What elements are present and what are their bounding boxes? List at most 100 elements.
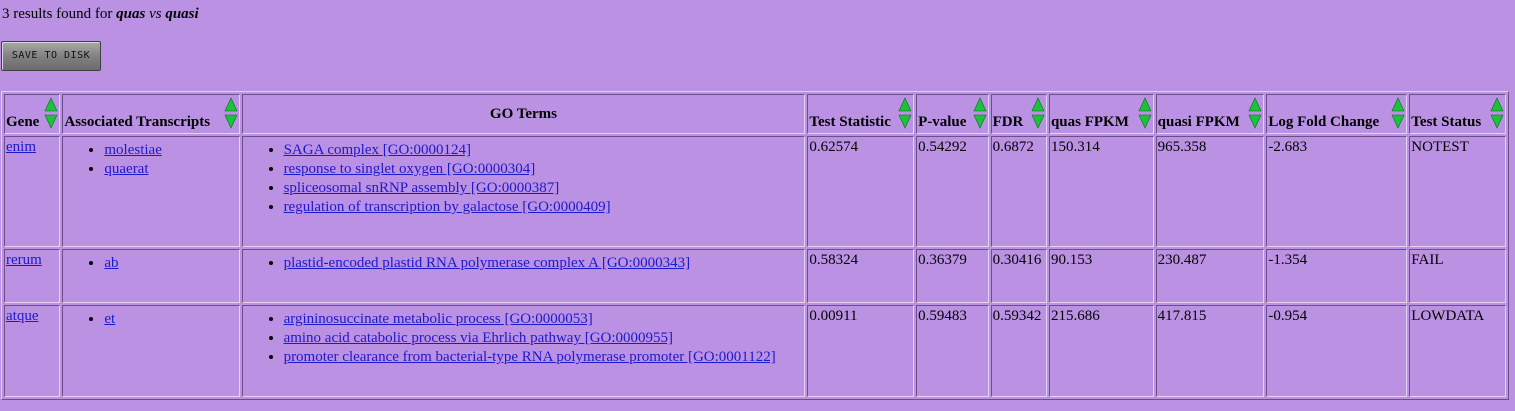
table-row: enim molestiae quaerat SAGA complex [GO:000… (4, 136, 1506, 247)
sort-ascending-arrow (44, 97, 58, 112)
transcript-link[interactable]: quaerat (104, 161, 148, 177)
list-item: quaerat (104, 160, 237, 179)
sort-icon[interactable] (1138, 97, 1152, 129)
log-fold-change-cell: -1.354 (1266, 249, 1408, 303)
log-fold-change-cell: -2.683 (1266, 136, 1408, 247)
list-item: ab (104, 254, 237, 273)
test-statistic-cell: 0.00911 (807, 305, 915, 397)
transcripts-list: et (64, 310, 237, 329)
go-term-link[interactable]: promoter clearance from bacterial-type R… (284, 349, 776, 365)
quas-fpkm-cell: 90.153 (1048, 249, 1154, 303)
table-row: atque et argininosuccinate metabolic proce… (4, 305, 1506, 397)
column-header-label: FDR (992, 114, 1024, 130)
column-header-label: P-value (918, 114, 967, 130)
column-header-test-status[interactable]: Test Status (1409, 94, 1506, 134)
p-value-cell: 0.36379 (916, 249, 989, 303)
go-terms-list: argininosuccinate metabolic process [GO:… (244, 310, 804, 367)
go-terms-cell: plastid-encoded plastid RNA polymerase c… (241, 249, 806, 303)
sort-icon[interactable] (224, 97, 238, 129)
quasi-fpkm-cell: 230.487 (1155, 249, 1265, 303)
transcript-link[interactable]: molestiae (104, 142, 161, 158)
go-terms-cell: SAGA complex [GO:0000124] response to sin… (241, 136, 806, 247)
sort-ascending-arrow (1490, 97, 1504, 112)
test-status-cell: FAIL (1409, 249, 1506, 303)
save-to-disk-button[interactable]: SAVE TO DISK (1, 41, 101, 71)
sort-icon[interactable] (1031, 97, 1045, 129)
sort-descending-arrow (1490, 114, 1504, 129)
results-table: Gene Associated Transcripts GO Terms Test S… (1, 91, 1509, 400)
list-item: response to singlet oxygen [GO:0000304] (284, 160, 804, 179)
transcripts-cell: et (62, 305, 240, 397)
gene-link[interactable]: rerum (6, 252, 42, 268)
sort-icon[interactable] (973, 97, 987, 129)
sort-descending-arrow (1138, 114, 1152, 129)
go-term-link[interactable]: argininosuccinate metabolic process [GO:… (284, 311, 593, 327)
p-value-cell: 0.59483 (916, 305, 989, 397)
sort-icon[interactable] (1248, 97, 1262, 129)
column-header-p-value[interactable]: P-value (916, 94, 989, 134)
sort-descending-arrow (1031, 114, 1045, 129)
list-item: argininosuccinate metabolic process [GO:… (284, 310, 804, 329)
sort-icon[interactable] (1490, 97, 1504, 129)
sample2-name: quasi (165, 6, 199, 22)
column-header-go-terms: GO Terms (241, 94, 806, 134)
quasi-fpkm-cell: 965.358 (1155, 136, 1265, 247)
list-item: SAGA complex [GO:0000124] (284, 141, 804, 160)
sort-ascending-arrow (1391, 97, 1405, 112)
transcripts-list: molestiae quaerat (64, 141, 237, 179)
column-header-log-fold-change[interactable]: Log Fold Change (1266, 94, 1408, 134)
go-terms-cell: argininosuccinate metabolic process [GO:… (241, 305, 806, 397)
list-item: et (104, 310, 237, 329)
column-header-label: Test Statistic (809, 114, 891, 130)
transcript-link[interactable]: ab (104, 255, 118, 271)
transcripts-cell: ab (62, 249, 240, 303)
column-header-label: Associated Transcripts (64, 114, 211, 130)
test-statistic-cell: 0.62574 (807, 136, 915, 247)
list-item: spliceosomal snRNP assembly [GO:0000387] (284, 179, 804, 198)
gene-link[interactable]: enim (6, 139, 36, 155)
column-header-associated-transcripts[interactable]: Associated Transcripts (62, 94, 240, 134)
sort-ascending-arrow (1248, 97, 1262, 112)
quas-fpkm-cell: 215.686 (1048, 305, 1154, 397)
sort-ascending-arrow (224, 97, 238, 112)
sort-descending-arrow (224, 114, 238, 129)
transcripts-list: ab (64, 254, 237, 273)
go-term-link[interactable]: regulation of transcription by galactose… (284, 199, 611, 215)
gene-link[interactable]: atque (6, 308, 38, 324)
gene-cell: rerum (4, 249, 61, 303)
go-term-link[interactable]: SAGA complex [GO:0000124] (284, 142, 472, 158)
sort-descending-arrow (1248, 114, 1262, 129)
list-item: molestiae (104, 141, 237, 160)
transcripts-cell: molestiae quaerat (62, 136, 240, 247)
column-header-fdr[interactable]: FDR (990, 94, 1047, 134)
column-header-label: Test Status (1411, 114, 1482, 130)
sort-ascending-arrow (898, 97, 912, 112)
go-terms-list: plastid-encoded plastid RNA polymerase c… (244, 254, 804, 273)
sort-descending-arrow (898, 114, 912, 129)
sort-icon[interactable] (44, 97, 58, 129)
column-header-label: Gene (6, 114, 40, 130)
list-item: plastid-encoded plastid RNA polymerase c… (284, 254, 804, 273)
column-header-quas-fpkm[interactable]: quas FPKM (1048, 94, 1154, 134)
column-header-gene[interactable]: Gene (4, 94, 61, 134)
test-status-cell: NOTEST (1409, 136, 1506, 247)
column-header-label: GO Terms (489, 105, 557, 122)
go-term-link[interactable]: response to singlet oxygen [GO:0000304] (284, 161, 536, 177)
sort-icon[interactable] (1391, 97, 1405, 129)
log-fold-change-cell: -0.954 (1266, 305, 1408, 397)
column-header-quasi-fpkm[interactable]: quasi FPKM (1155, 94, 1265, 134)
column-header-test-statistic[interactable]: Test Statistic (807, 94, 915, 134)
fdr-cell: 0.30416 (990, 249, 1047, 303)
go-term-link[interactable]: plastid-encoded plastid RNA polymerase c… (284, 255, 691, 271)
sort-ascending-arrow (1031, 97, 1045, 112)
column-header-label: quasi FPKM (1157, 114, 1240, 130)
test-status-cell: LOWDATA (1409, 305, 1506, 397)
table-header-row: Gene Associated Transcripts GO Terms Test S… (4, 94, 1506, 134)
sort-descending-arrow (44, 114, 58, 129)
sort-icon[interactable] (898, 97, 912, 129)
transcript-link[interactable]: et (104, 311, 115, 327)
results-count-text: 3 results found for (2, 6, 113, 22)
go-term-link[interactable]: spliceosomal snRNP assembly [GO:0000387] (284, 180, 560, 196)
go-term-link[interactable]: amino acid catabolic process via Ehrlich… (284, 330, 673, 346)
go-terms-list: SAGA complex [GO:0000124] response to sin… (244, 141, 804, 217)
